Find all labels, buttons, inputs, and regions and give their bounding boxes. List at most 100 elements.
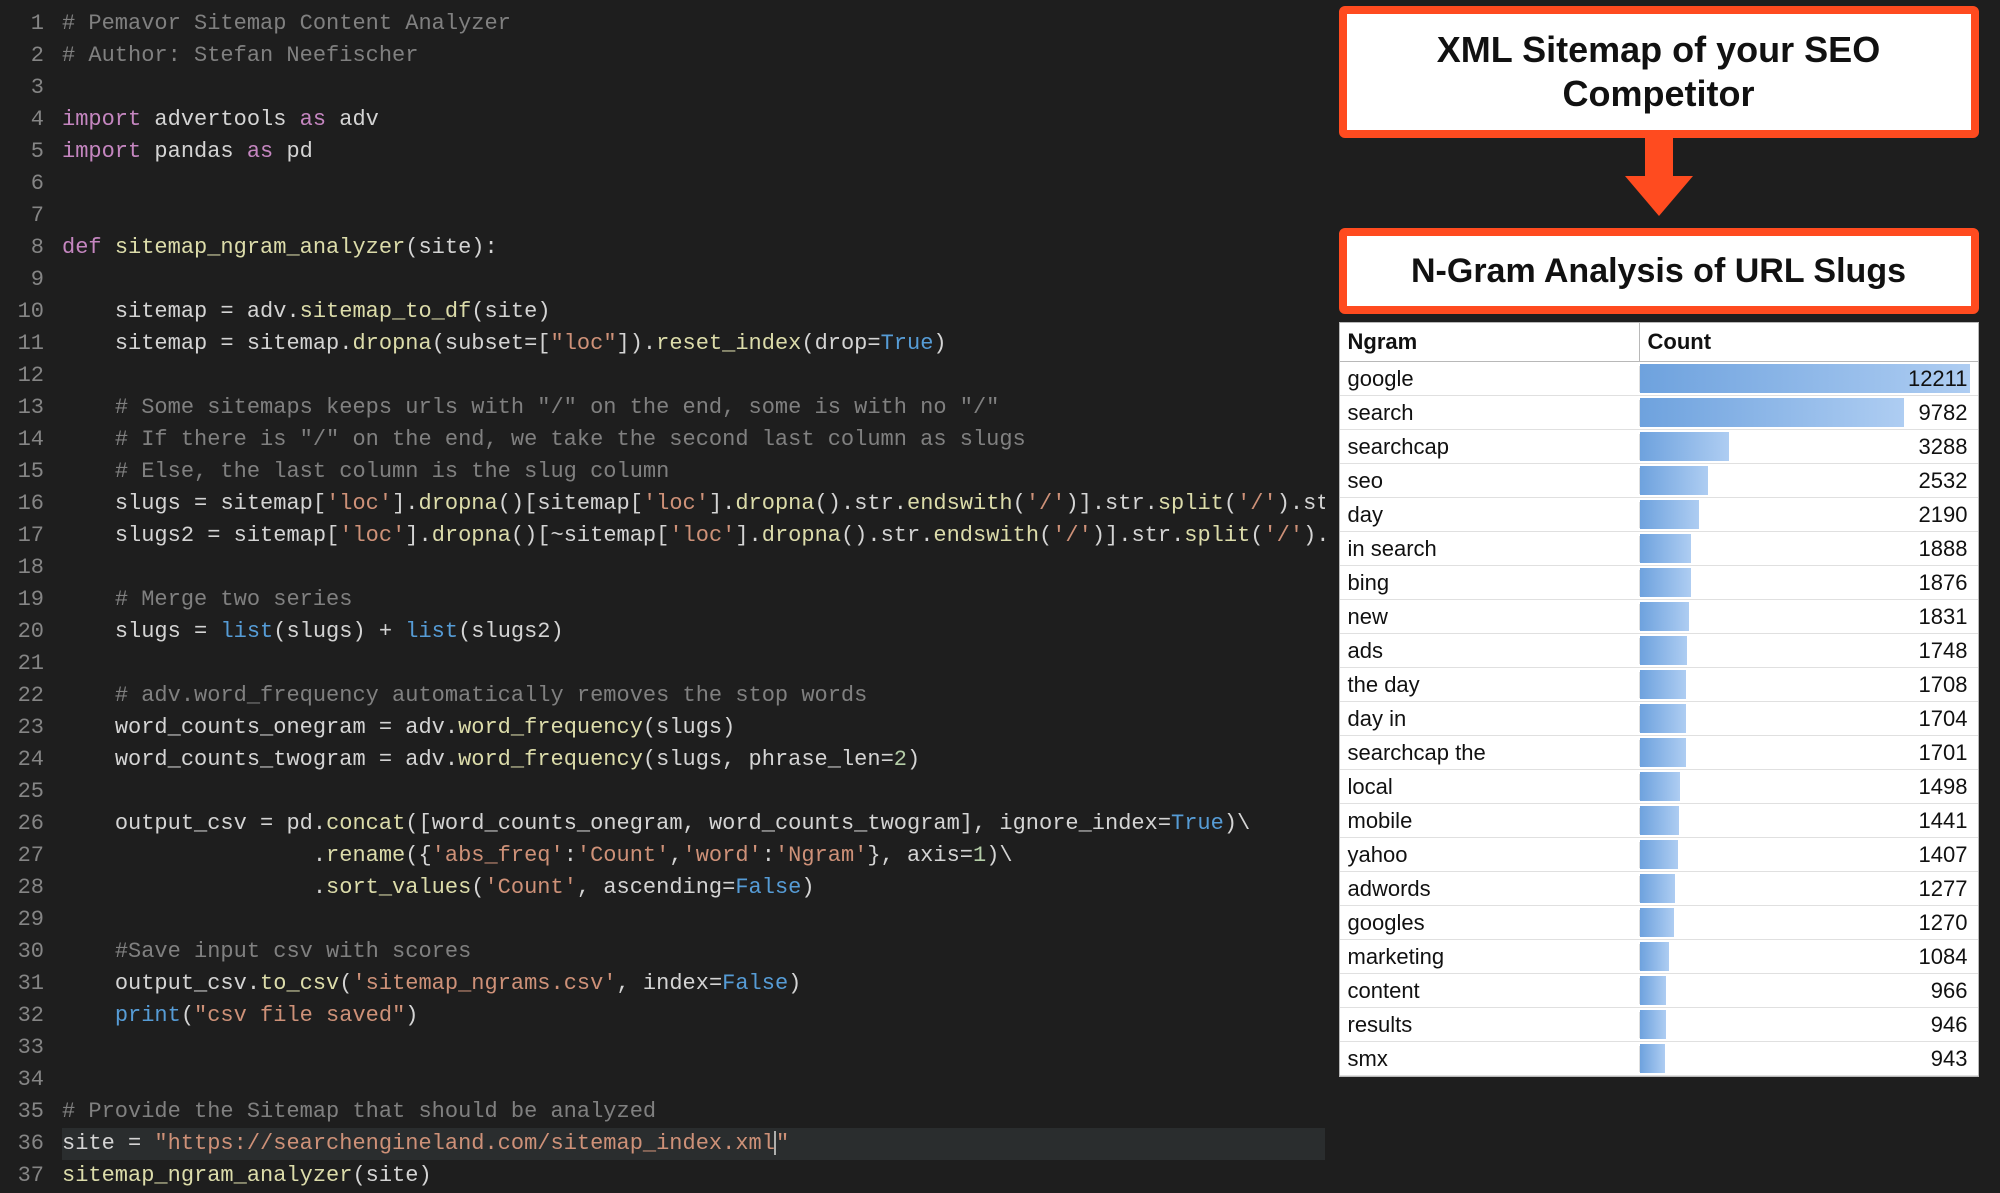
line-number: 8 — [0, 232, 44, 264]
code-area[interactable]: # Pemavor Sitemap Content Analyzer# Auth… — [58, 0, 1325, 1193]
count-value: 1888 — [1919, 536, 1978, 562]
code-line[interactable]: # adv.word_frequency automatically remov… — [62, 680, 1325, 712]
table-row: adwords1277 — [1340, 872, 1978, 906]
cell-ngram: day — [1340, 502, 1640, 528]
bar-icon — [1640, 466, 1708, 495]
bar-icon — [1640, 874, 1675, 903]
table-row: searchcap the1701 — [1340, 736, 1978, 770]
bar-icon — [1640, 568, 1691, 597]
code-line[interactable]: #Save input csv with scores — [62, 936, 1325, 968]
bar-icon — [1640, 908, 1674, 937]
code-line[interactable]: site = "https://searchengineland.com/sit… — [62, 1128, 1325, 1160]
line-number: 37 — [0, 1160, 44, 1192]
count-value: 1498 — [1919, 774, 1978, 800]
code-line[interactable] — [62, 904, 1325, 936]
cell-ngram: content — [1340, 978, 1640, 1004]
code-line[interactable]: slugs2 = sitemap['loc'].dropna()[~sitema… — [62, 520, 1325, 552]
code-line[interactable]: sitemap = sitemap.dropna(subset=["loc"])… — [62, 328, 1325, 360]
count-value: 1277 — [1919, 876, 1978, 902]
code-line[interactable] — [62, 264, 1325, 296]
cell-ngram: google — [1340, 366, 1640, 392]
code-line[interactable]: # Else, the last column is the slug colu… — [62, 456, 1325, 488]
line-number: 31 — [0, 968, 44, 1000]
count-value: 1708 — [1919, 672, 1978, 698]
code-line[interactable]: slugs = list(slugs) + list(slugs2) — [62, 616, 1325, 648]
line-number: 23 — [0, 712, 44, 744]
code-line[interactable]: # Merge two series — [62, 584, 1325, 616]
bar-icon — [1640, 432, 1729, 461]
code-line[interactable]: import advertools as adv — [62, 104, 1325, 136]
code-line[interactable]: slugs = sitemap['loc'].dropna()[sitemap[… — [62, 488, 1325, 520]
line-number: 4 — [0, 104, 44, 136]
cell-ngram: the day — [1340, 672, 1640, 698]
line-number: 20 — [0, 616, 44, 648]
count-value: 1876 — [1919, 570, 1978, 596]
cell-count: 1498 — [1640, 770, 1978, 803]
line-number: 7 — [0, 200, 44, 232]
count-value: 1084 — [1919, 944, 1978, 970]
code-line[interactable]: # If there is "/" on the end, we take th… — [62, 424, 1325, 456]
line-number: 25 — [0, 776, 44, 808]
cell-count: 1876 — [1640, 566, 1978, 599]
code-line[interactable]: print("csv file saved") — [62, 1000, 1325, 1032]
code-line[interactable]: output_csv.to_csv('sitemap_ngrams.csv', … — [62, 968, 1325, 1000]
code-line[interactable]: # Some sitemaps keeps urls with "/" on t… — [62, 392, 1325, 424]
table-row: ads1748 — [1340, 634, 1978, 668]
cell-count: 1084 — [1640, 940, 1978, 973]
code-editor[interactable]: 1234567891011121314151617181920212223242… — [0, 0, 1325, 1193]
cell-ngram: results — [1340, 1012, 1640, 1038]
cell-ngram: day in — [1340, 706, 1640, 732]
code-line[interactable] — [62, 200, 1325, 232]
ngram-table: Ngram Count google12211search9782searchc… — [1339, 322, 1979, 1077]
bar-icon — [1640, 1044, 1665, 1073]
count-value: 2532 — [1919, 468, 1978, 494]
bar-icon — [1640, 976, 1666, 1005]
count-value: 946 — [1931, 1012, 1978, 1038]
code-line[interactable]: output_csv = pd.concat([word_counts_oneg… — [62, 808, 1325, 840]
bar-icon — [1640, 670, 1686, 699]
count-value: 1831 — [1919, 604, 1978, 630]
line-number: 30 — [0, 936, 44, 968]
code-line[interactable]: .rename({'abs_freq':'Count','word':'Ngra… — [62, 840, 1325, 872]
callout-sitemap-line2: Competitor — [1563, 73, 1755, 114]
code-line[interactable]: # Author: Stefan Neefischer — [62, 40, 1325, 72]
cell-count: 1888 — [1640, 532, 1978, 565]
code-line[interactable]: # Pemavor Sitemap Content Analyzer — [62, 8, 1325, 40]
code-line[interactable] — [62, 648, 1325, 680]
code-line[interactable]: def sitemap_ngram_analyzer(site): — [62, 232, 1325, 264]
code-line[interactable] — [62, 552, 1325, 584]
line-number: 33 — [0, 1032, 44, 1064]
count-value: 966 — [1931, 978, 1978, 1004]
line-number: 15 — [0, 456, 44, 488]
code-line[interactable]: sitemap = adv.sitemap_to_df(site) — [62, 296, 1325, 328]
table-row: content 966 — [1340, 974, 1978, 1008]
table-row: google12211 — [1340, 362, 1978, 396]
line-number: 35 — [0, 1096, 44, 1128]
code-line[interactable] — [62, 360, 1325, 392]
table-row: seo2532 — [1340, 464, 1978, 498]
cell-ngram: local — [1340, 774, 1640, 800]
code-line[interactable] — [62, 168, 1325, 200]
line-number: 21 — [0, 648, 44, 680]
code-line[interactable]: .sort_values('Count', ascending=False) — [62, 872, 1325, 904]
cell-ngram: smx — [1340, 1046, 1640, 1072]
cell-ngram: bing — [1340, 570, 1640, 596]
code-line[interactable]: word_counts_onegram = adv.word_frequency… — [62, 712, 1325, 744]
cell-count: 3288 — [1640, 430, 1978, 463]
code-line[interactable] — [62, 1032, 1325, 1064]
line-number: 14 — [0, 424, 44, 456]
code-line[interactable] — [62, 72, 1325, 104]
code-line[interactable]: sitemap_ngram_analyzer(site) — [62, 1160, 1325, 1192]
line-number: 26 — [0, 808, 44, 840]
code-line[interactable]: import pandas as pd — [62, 136, 1325, 168]
line-number: 27 — [0, 840, 44, 872]
code-line[interactable] — [62, 776, 1325, 808]
code-line[interactable]: word_counts_twogram = adv.word_frequency… — [62, 744, 1325, 776]
code-line[interactable] — [62, 1064, 1325, 1096]
count-value: 1270 — [1919, 910, 1978, 936]
bar-icon — [1640, 772, 1680, 801]
line-number: 10 — [0, 296, 44, 328]
table-header: Ngram Count — [1340, 323, 1978, 362]
code-line[interactable]: # Provide the Sitemap that should be ana… — [62, 1096, 1325, 1128]
cell-count: 1704 — [1640, 702, 1978, 735]
